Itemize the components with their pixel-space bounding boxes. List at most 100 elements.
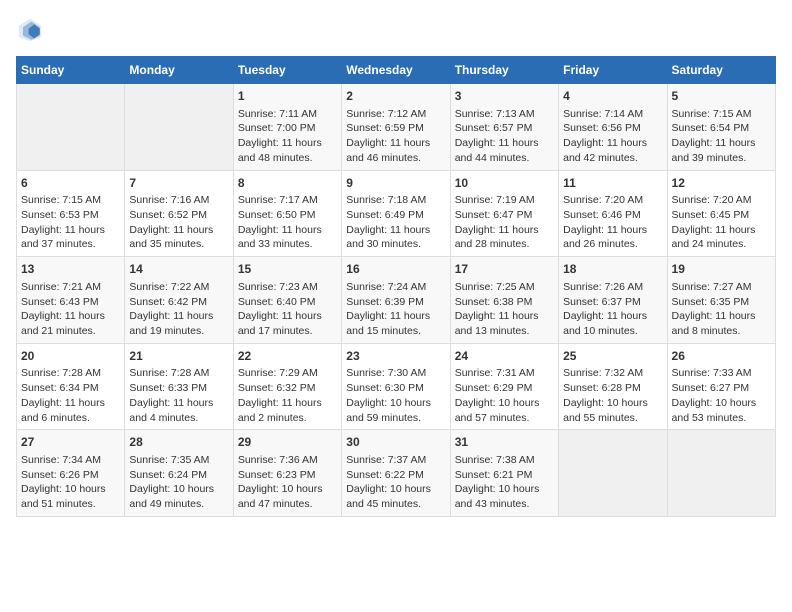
cell-info: Sunrise: 7:21 AMSunset: 6:43 PMDaylight:… xyxy=(21,280,120,339)
cell-info: Sunrise: 7:31 AMSunset: 6:29 PMDaylight:… xyxy=(455,366,554,425)
cell-info: Sunrise: 7:23 AMSunset: 6:40 PMDaylight:… xyxy=(238,280,337,339)
calendar-cell: 17 Sunrise: 7:25 AMSunset: 6:38 PMDayligh… xyxy=(450,257,558,344)
cell-info: Sunrise: 7:20 AMSunset: 6:45 PMDaylight:… xyxy=(672,193,771,252)
day-number: 2 xyxy=(346,88,445,105)
cell-info: Sunrise: 7:11 AMSunset: 7:00 PMDaylight:… xyxy=(238,107,337,166)
day-number: 27 xyxy=(21,434,120,451)
cell-info: Sunrise: 7:33 AMSunset: 6:27 PMDaylight:… xyxy=(672,366,771,425)
cell-info: Sunrise: 7:17 AMSunset: 6:50 PMDaylight:… xyxy=(238,193,337,252)
day-number: 23 xyxy=(346,348,445,365)
day-number: 10 xyxy=(455,175,554,192)
calendar-header-row: SundayMondayTuesdayWednesdayThursdayFrid… xyxy=(17,57,776,84)
cell-info: Sunrise: 7:19 AMSunset: 6:47 PMDaylight:… xyxy=(455,193,554,252)
calendar-cell: 20Sunrise: 7:28 AMSunset: 6:34 PMDayligh… xyxy=(17,343,125,430)
day-number: 12 xyxy=(672,175,771,192)
page-header xyxy=(16,16,776,44)
calendar-cell: 15 Sunrise: 7:23 AMSunset: 6:40 PMDayligh… xyxy=(233,257,341,344)
cell-info: Sunrise: 7:12 AMSunset: 6:59 PMDaylight:… xyxy=(346,107,445,166)
header-sunday: Sunday xyxy=(17,57,125,84)
calendar-cell: 3 Sunrise: 7:13 AMSunset: 6:57 PMDaylight… xyxy=(450,84,558,171)
cell-info: Sunrise: 7:24 AMSunset: 6:39 PMDaylight:… xyxy=(346,280,445,339)
day-number: 24 xyxy=(455,348,554,365)
calendar-cell xyxy=(17,84,125,171)
cell-info: Sunrise: 7:34 AMSunset: 6:26 PMDaylight:… xyxy=(21,453,120,512)
calendar-cell: 8Sunrise: 7:17 AMSunset: 6:50 PMDaylight… xyxy=(233,170,341,257)
calendar-week-row: 1 Sunrise: 7:11 AMSunset: 7:00 PMDaylight… xyxy=(17,84,776,171)
cell-info: Sunrise: 7:15 AMSunset: 6:54 PMDaylight:… xyxy=(672,107,771,166)
cell-info: Sunrise: 7:35 AMSunset: 6:24 PMDaylight:… xyxy=(129,453,228,512)
calendar-cell: 18Sunrise: 7:26 AMSunset: 6:37 PMDayligh… xyxy=(559,257,667,344)
day-number: 22 xyxy=(238,348,337,365)
day-number: 9 xyxy=(346,175,445,192)
day-number: 28 xyxy=(129,434,228,451)
header-monday: Monday xyxy=(125,57,233,84)
calendar-cell: 4 Sunrise: 7:14 AMSunset: 6:56 PMDaylight… xyxy=(559,84,667,171)
day-number: 26 xyxy=(672,348,771,365)
day-number: 3 xyxy=(455,88,554,105)
calendar-week-row: 20Sunrise: 7:28 AMSunset: 6:34 PMDayligh… xyxy=(17,343,776,430)
calendar-cell: 24Sunrise: 7:31 AMSunset: 6:29 PMDayligh… xyxy=(450,343,558,430)
calendar-cell: 9Sunrise: 7:18 AMSunset: 6:49 PMDaylight… xyxy=(342,170,450,257)
calendar-week-row: 27 Sunrise: 7:34 AMSunset: 6:26 PMDayligh… xyxy=(17,430,776,517)
day-number: 14 xyxy=(129,261,228,278)
day-number: 11 xyxy=(563,175,662,192)
calendar-cell: 16 Sunrise: 7:24 AMSunset: 6:39 PMDayligh… xyxy=(342,257,450,344)
cell-info: Sunrise: 7:28 AMSunset: 6:34 PMDaylight:… xyxy=(21,366,120,425)
cell-info: Sunrise: 7:28 AMSunset: 6:33 PMDaylight:… xyxy=(129,366,228,425)
calendar-table: SundayMondayTuesdayWednesdayThursdayFrid… xyxy=(16,56,776,517)
cell-info: Sunrise: 7:32 AMSunset: 6:28 PMDaylight:… xyxy=(563,366,662,425)
day-number: 30 xyxy=(346,434,445,451)
cell-info: Sunrise: 7:30 AMSunset: 6:30 PMDaylight:… xyxy=(346,366,445,425)
header-thursday: Thursday xyxy=(450,57,558,84)
cell-info: Sunrise: 7:15 AMSunset: 6:53 PMDaylight:… xyxy=(21,193,120,252)
calendar-cell xyxy=(559,430,667,517)
day-number: 25 xyxy=(563,348,662,365)
calendar-cell: 14 Sunrise: 7:22 AMSunset: 6:42 PMDayligh… xyxy=(125,257,233,344)
calendar-cell: 10Sunrise: 7:19 AMSunset: 6:47 PMDayligh… xyxy=(450,170,558,257)
logo xyxy=(16,16,48,44)
calendar-cell: 1 Sunrise: 7:11 AMSunset: 7:00 PMDaylight… xyxy=(233,84,341,171)
day-number: 20 xyxy=(21,348,120,365)
cell-info: Sunrise: 7:14 AMSunset: 6:56 PMDaylight:… xyxy=(563,107,662,166)
calendar-cell: 23Sunrise: 7:30 AMSunset: 6:30 PMDayligh… xyxy=(342,343,450,430)
day-number: 4 xyxy=(563,88,662,105)
calendar-cell: 7Sunrise: 7:16 AMSunset: 6:52 PMDaylight… xyxy=(125,170,233,257)
cell-info: Sunrise: 7:16 AMSunset: 6:52 PMDaylight:… xyxy=(129,193,228,252)
cell-info: Sunrise: 7:22 AMSunset: 6:42 PMDaylight:… xyxy=(129,280,228,339)
calendar-cell: 13 Sunrise: 7:21 AMSunset: 6:43 PMDayligh… xyxy=(17,257,125,344)
day-number: 15 xyxy=(238,261,337,278)
cell-info: Sunrise: 7:38 AMSunset: 6:21 PMDaylight:… xyxy=(455,453,554,512)
day-number: 13 xyxy=(21,261,120,278)
cell-info: Sunrise: 7:18 AMSunset: 6:49 PMDaylight:… xyxy=(346,193,445,252)
calendar-week-row: 13 Sunrise: 7:21 AMSunset: 6:43 PMDayligh… xyxy=(17,257,776,344)
calendar-cell xyxy=(667,430,775,517)
day-number: 8 xyxy=(238,175,337,192)
day-number: 1 xyxy=(238,88,337,105)
calendar-cell: 5 Sunrise: 7:15 AMSunset: 6:54 PMDaylight… xyxy=(667,84,775,171)
calendar-week-row: 6Sunrise: 7:15 AMSunset: 6:53 PMDaylight… xyxy=(17,170,776,257)
calendar-cell: 19Sunrise: 7:27 AMSunset: 6:35 PMDayligh… xyxy=(667,257,775,344)
calendar-cell: 21Sunrise: 7:28 AMSunset: 6:33 PMDayligh… xyxy=(125,343,233,430)
day-number: 7 xyxy=(129,175,228,192)
cell-info: Sunrise: 7:36 AMSunset: 6:23 PMDaylight:… xyxy=(238,453,337,512)
day-number: 31 xyxy=(455,434,554,451)
calendar-cell: 6Sunrise: 7:15 AMSunset: 6:53 PMDaylight… xyxy=(17,170,125,257)
cell-info: Sunrise: 7:25 AMSunset: 6:38 PMDaylight:… xyxy=(455,280,554,339)
calendar-cell: 2 Sunrise: 7:12 AMSunset: 6:59 PMDaylight… xyxy=(342,84,450,171)
day-number: 5 xyxy=(672,88,771,105)
cell-info: Sunrise: 7:29 AMSunset: 6:32 PMDaylight:… xyxy=(238,366,337,425)
day-number: 17 xyxy=(455,261,554,278)
header-friday: Friday xyxy=(559,57,667,84)
day-number: 18 xyxy=(563,261,662,278)
calendar-cell: 31 Sunrise: 7:38 AMSunset: 6:21 PMDayligh… xyxy=(450,430,558,517)
day-number: 21 xyxy=(129,348,228,365)
cell-info: Sunrise: 7:13 AMSunset: 6:57 PMDaylight:… xyxy=(455,107,554,166)
calendar-cell: 26Sunrise: 7:33 AMSunset: 6:27 PMDayligh… xyxy=(667,343,775,430)
calendar-cell: 11Sunrise: 7:20 AMSunset: 6:46 PMDayligh… xyxy=(559,170,667,257)
day-number: 16 xyxy=(346,261,445,278)
day-number: 6 xyxy=(21,175,120,192)
calendar-cell: 29Sunrise: 7:36 AMSunset: 6:23 PMDayligh… xyxy=(233,430,341,517)
day-number: 19 xyxy=(672,261,771,278)
cell-info: Sunrise: 7:20 AMSunset: 6:46 PMDaylight:… xyxy=(563,193,662,252)
calendar-cell: 27 Sunrise: 7:34 AMSunset: 6:26 PMDayligh… xyxy=(17,430,125,517)
